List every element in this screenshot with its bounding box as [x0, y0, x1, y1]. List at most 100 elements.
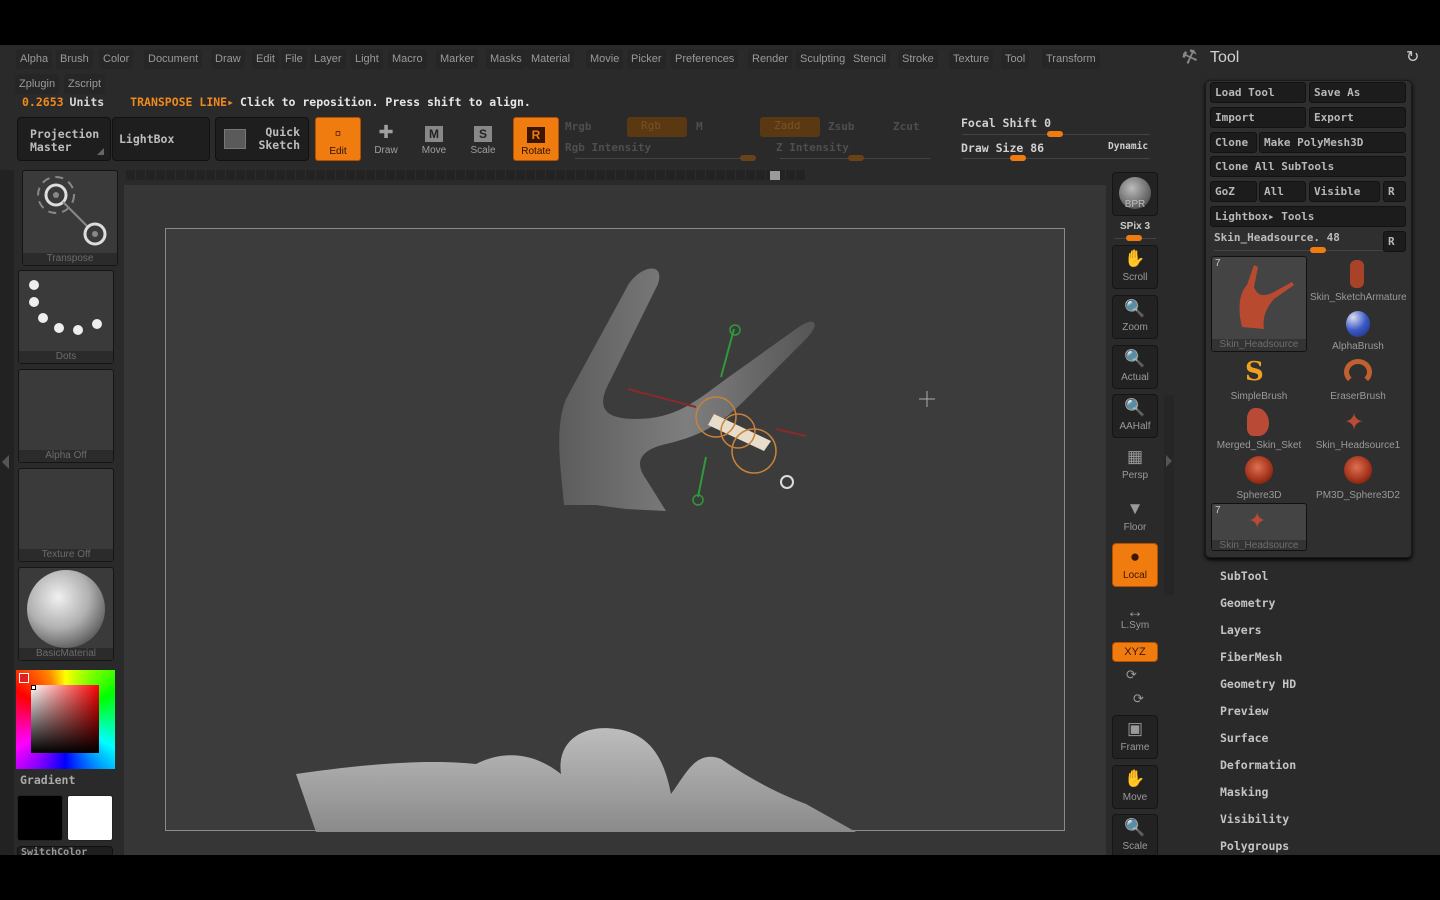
- color-picker-hue-ring[interactable]: [16, 670, 115, 769]
- move-view-button[interactable]: ✋ Move: [1112, 765, 1158, 809]
- menu-material[interactable]: Material: [527, 49, 575, 69]
- left-tray-arrow-icon[interactable]: [2, 455, 9, 469]
- rgb-button[interactable]: Rgb: [627, 117, 687, 137]
- current-tool-slider[interactable]: [1214, 250, 1382, 251]
- section-geometry[interactable]: Geometry: [1220, 596, 1275, 610]
- menu-macro[interactable]: Macro: [388, 49, 427, 69]
- tool-thumb-skin-sketcharmature[interactable]: Skin_SketchArmature: [1310, 256, 1406, 304]
- spix-knob[interactable]: [1126, 235, 1142, 241]
- menu-texture[interactable]: Texture: [949, 49, 994, 69]
- m-button[interactable]: M: [696, 120, 703, 133]
- move-mode-button[interactable]: M Move: [411, 117, 457, 161]
- menu-file[interactable]: File: [281, 49, 307, 69]
- lightbox-tools-button[interactable]: Lightbox▸ Tools: [1210, 206, 1406, 227]
- stroke-selector[interactable]: Dots: [18, 270, 114, 364]
- menu-render[interactable]: Render: [748, 49, 793, 69]
- gradient-toggle[interactable]: Gradient: [20, 773, 75, 787]
- menu-movie[interactable]: Movie: [586, 49, 624, 69]
- mrgb-button[interactable]: Mrgb: [565, 120, 592, 133]
- rgb-intensity-slider[interactable]: [575, 158, 755, 159]
- z-intensity-knob[interactable]: [848, 155, 864, 161]
- tool-thumb-alphabrush[interactable]: AlphaBrush: [1310, 305, 1406, 353]
- color-picker-cursor[interactable]: [31, 685, 36, 690]
- y-rotate-icon[interactable]: ⟳: [1126, 667, 1137, 683]
- rotate-mode-button[interactable]: R Rotate: [513, 117, 559, 161]
- scroll-button[interactable]: ✋ Scroll: [1112, 245, 1158, 289]
- menu-color[interactable]: Color: [99, 49, 134, 69]
- load-tool-button[interactable]: Load Tool: [1210, 82, 1306, 103]
- projection-master-button[interactable]: Projection Master: [17, 117, 111, 161]
- section-geometry-hd[interactable]: Geometry HD: [1220, 677, 1296, 691]
- lightbox-button[interactable]: LightBox: [112, 117, 210, 161]
- material-selector[interactable]: BasicMaterial: [18, 567, 114, 661]
- section-subtool[interactable]: SubTool: [1220, 569, 1268, 583]
- reset-icon[interactable]: ↻: [1406, 47, 1419, 66]
- draw-size-knob[interactable]: [1010, 155, 1026, 161]
- lsym-button[interactable]: ↔ L.Sym: [1112, 601, 1158, 635]
- current-tool-knob[interactable]: [1310, 247, 1327, 253]
- menu-alpha[interactable]: Alpha: [16, 49, 53, 69]
- export-button[interactable]: Export: [1309, 107, 1406, 128]
- clone-all-subtools-button[interactable]: Clone All SubTools: [1210, 156, 1406, 177]
- tool-thumb-skin-headsource-2[interactable]: 7 ✦ Skin_Headsource: [1211, 503, 1307, 551]
- local-button[interactable]: ● Local: [1112, 543, 1158, 587]
- draw-size-slider[interactable]: [962, 158, 1150, 159]
- goz-all-button[interactable]: All: [1259, 181, 1306, 202]
- goz-visible-button[interactable]: Visible: [1309, 181, 1380, 202]
- floor-button[interactable]: ▼ Floor: [1112, 495, 1158, 537]
- frame-button[interactable]: ▣ Frame: [1112, 715, 1158, 759]
- section-surface[interactable]: Surface: [1220, 731, 1268, 745]
- xyz-rotate-button[interactable]: XYZ: [1112, 642, 1158, 662]
- tool-thumb-sphere3d[interactable]: Sphere3D: [1211, 454, 1307, 502]
- section-deformation[interactable]: Deformation: [1220, 758, 1296, 772]
- draw-mode-button[interactable]: ✚ Draw: [363, 117, 409, 161]
- zadd-button[interactable]: Zadd: [760, 117, 820, 137]
- right-tray-arrow-icon[interactable]: [1166, 455, 1172, 467]
- primary-color-swatch[interactable]: [17, 795, 63, 841]
- timeline-track[interactable]: [126, 170, 806, 180]
- alpha-selector[interactable]: Alpha Off: [18, 369, 114, 463]
- scale-view-button[interactable]: 🔍 Scale: [1112, 814, 1158, 855]
- aahalf-button[interactable]: 🔍 AAHalf: [1112, 394, 1158, 438]
- section-polygroups[interactable]: Polygroups: [1220, 839, 1289, 853]
- menu-light[interactable]: Light: [351, 49, 383, 69]
- quick-sketch-button[interactable]: Quick Sketch: [215, 117, 309, 161]
- zcut-button[interactable]: Zcut: [893, 120, 920, 133]
- secondary-color-swatch[interactable]: [67, 795, 113, 841]
- rgb-intensity-knob[interactable]: [740, 155, 756, 161]
- menu-stroke[interactable]: Stroke: [898, 49, 938, 69]
- z-rotate-icon[interactable]: ⟳: [1133, 691, 1144, 707]
- tool-thumb-pm3d-sphere3d2[interactable]: PM3D_Sphere3D2: [1310, 454, 1406, 502]
- make-polymesh3d-button[interactable]: Make PolyMesh3D: [1259, 132, 1406, 153]
- switch-color-button[interactable]: SwitchColor: [17, 846, 113, 855]
- timeline-marker[interactable]: [770, 171, 780, 180]
- dynamic-toggle[interactable]: Dynamic: [1108, 141, 1148, 152]
- tool-thumb-merged-skin-sket[interactable]: Merged_Skin_Sket: [1211, 404, 1307, 452]
- brush-selector[interactable]: Transpose: [22, 170, 118, 266]
- menu-sculpting[interactable]: Sculpting: [796, 49, 850, 69]
- tool-thumb-simplebrush[interactable]: S SimpleBrush: [1211, 355, 1307, 403]
- menu-layer[interactable]: Layer: [310, 49, 346, 69]
- menu-document[interactable]: Document: [144, 49, 203, 69]
- import-button[interactable]: Import: [1210, 107, 1306, 128]
- zsub-button[interactable]: Zsub: [828, 120, 855, 133]
- focal-shift-knob[interactable]: [1047, 131, 1063, 137]
- menu-stencil[interactable]: Stencil: [849, 49, 891, 69]
- tool-thumb-skin-headsource[interactable]: 7 Skin_Headsource: [1211, 256, 1307, 352]
- save-as-button[interactable]: Save As: [1309, 82, 1406, 103]
- goz-r-button[interactable]: R: [1383, 181, 1406, 202]
- zoom-button[interactable]: 🔍 Zoom: [1112, 295, 1158, 339]
- scale-mode-button[interactable]: S Scale: [460, 117, 506, 161]
- menu-picker[interactable]: Picker: [627, 49, 666, 69]
- edit-mode-button[interactable]: ▫ Edit: [315, 117, 361, 161]
- section-layers[interactable]: Layers: [1220, 623, 1262, 637]
- texture-selector[interactable]: Texture Off: [18, 468, 114, 562]
- menu-edit[interactable]: Edit: [252, 49, 279, 69]
- color-picker-sv-square[interactable]: [31, 685, 99, 753]
- goz-button[interactable]: GoZ: [1210, 181, 1257, 202]
- tool-thumb-eraserbrush[interactable]: EraserBrush: [1310, 355, 1406, 403]
- menu-preferences[interactable]: Preferences: [671, 49, 739, 69]
- menu-zscript[interactable]: Zscript: [64, 74, 105, 94]
- menu-draw[interactable]: Draw: [211, 49, 245, 69]
- section-visibility[interactable]: Visibility: [1220, 812, 1289, 826]
